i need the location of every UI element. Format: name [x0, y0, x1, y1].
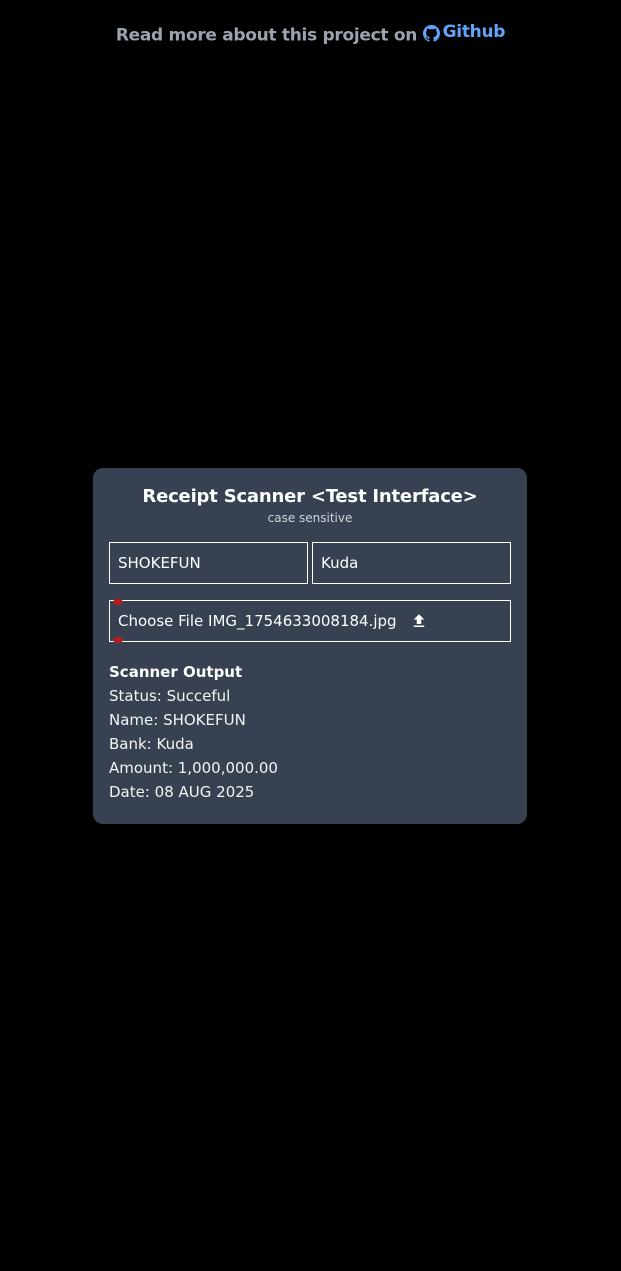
upload-icon[interactable] [410, 612, 428, 630]
file-upload-field[interactable]: Choose File IMG_1754633008184.jpg [109, 599, 511, 643]
output-amount: Amount: 1,000,000.00 [109, 759, 278, 777]
name-input[interactable] [109, 542, 308, 584]
input-row [109, 542, 511, 584]
card-title: Receipt Scanner <Test Interface> [142, 486, 478, 507]
banner-text: Read more about this project on [115, 25, 418, 46]
output-status: Status: Succeful [109, 687, 231, 705]
project-info-banner: Read more about this project on Github [0, 22, 621, 46]
output-date: Date: 08 AUG 2025 [109, 783, 255, 801]
file-label: Choose File IMG_1754633008184.jpg [118, 612, 397, 630]
receipt-scanner-card: Receipt Scanner <Test Interface> case se… [93, 468, 527, 824]
scanner-output: Scanner Output Status: Succeful Name: SH… [109, 660, 511, 804]
selected-file-name: IMG_1754633008184.jpg [208, 612, 397, 630]
marker-dot-top [113, 599, 123, 605]
output-name: Name: SHOKEFUN [109, 711, 246, 729]
bank-input[interactable] [312, 542, 511, 584]
choose-file-button[interactable]: Choose File [118, 612, 203, 630]
github-link-label: Github [442, 22, 506, 42]
output-bank: Bank: Kuda [109, 735, 194, 753]
output-heading: Scanner Output [109, 663, 243, 681]
marker-dot-bottom [113, 637, 123, 643]
github-icon [422, 24, 440, 42]
github-link[interactable]: Github [422, 22, 506, 42]
card-subtitle: case sensitive [267, 511, 353, 525]
